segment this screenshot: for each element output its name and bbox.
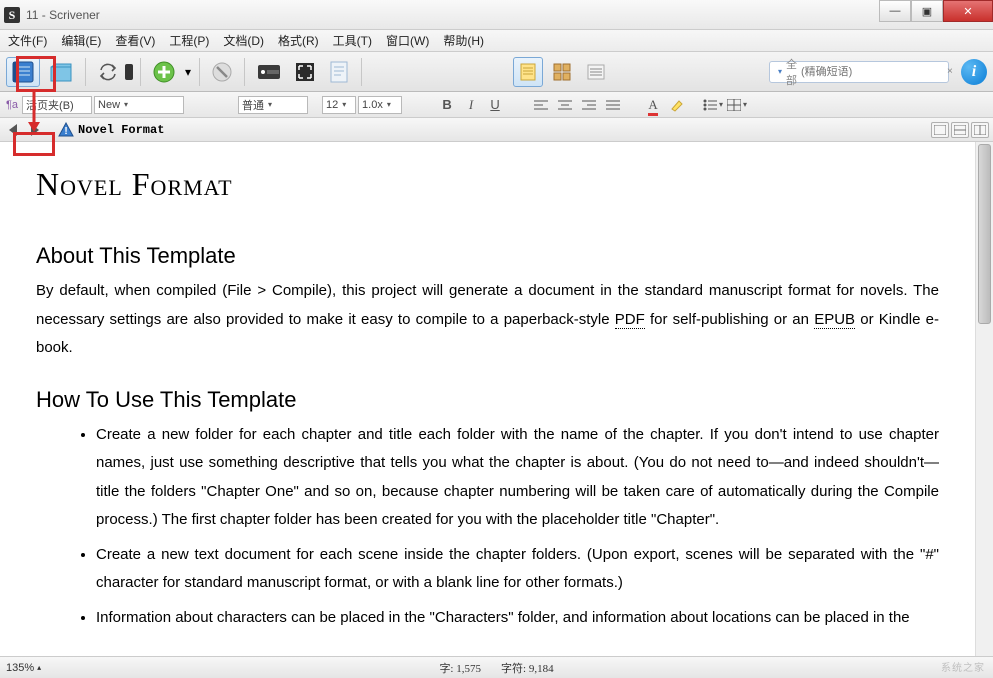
view-document-button[interactable] (513, 57, 543, 87)
header-split-none-button[interactable] (931, 122, 949, 138)
list-item: Create a new folder for each chapter and… (96, 421, 939, 535)
vertical-scrollbar[interactable] (975, 142, 993, 656)
doc-heading-1: Novel Format (36, 166, 939, 203)
align-center-button[interactable] (554, 95, 576, 115)
editor-area: Novel Format About This Template By defa… (0, 142, 993, 656)
menu-documents[interactable]: 文档(D) (223, 32, 264, 49)
collections-button[interactable] (44, 57, 78, 87)
menu-format[interactable]: 格式(R) (278, 32, 319, 49)
menu-help[interactable]: 帮助(H) (443, 32, 484, 49)
format-bar: ¶a 活页夹(B) New▾ 普通▾ 12▾ 1.0x▾ B I U A ▾ ▾ (0, 92, 993, 118)
fullscreen-button[interactable] (290, 57, 320, 87)
search-dropdown-icon[interactable]: ▾ (778, 67, 782, 76)
app-icon: S (4, 7, 20, 23)
zoom-value: 135% (6, 662, 34, 674)
table-button[interactable]: ▾ (726, 95, 748, 115)
svg-text:!: ! (64, 126, 67, 137)
menu-edit[interactable]: 编辑(E) (61, 32, 101, 49)
bold-button[interactable]: B (436, 95, 458, 115)
close-button[interactable]: ✕ (943, 0, 993, 22)
main-toolbar: ▾ ▾ 全部 × i (0, 52, 993, 92)
align-justify-button[interactable] (602, 95, 624, 115)
add-dropdown[interactable]: ▾ (184, 57, 192, 87)
char-count: 9,184 (529, 663, 554, 675)
search-scope-label: 全部 (786, 56, 797, 88)
search-clear-button[interactable]: × (947, 66, 953, 77)
doc-howto-list: Create a new folder for each chapter and… (36, 421, 939, 633)
list-item: Create a new text document for each scen… (96, 541, 939, 598)
align-left-button[interactable] (530, 95, 552, 115)
trash-button[interactable] (207, 57, 237, 87)
underline-button[interactable]: U (484, 95, 506, 115)
search-box[interactable]: ▾ 全部 × (769, 61, 949, 83)
line-spacing-selector[interactable]: 1.0x▾ (358, 96, 402, 114)
header-bar: ! Novel Format (0, 118, 993, 142)
window-controls: — ▣ ✕ (879, 0, 993, 22)
zoom-control[interactable]: 135% ▴ (6, 662, 41, 674)
search-input[interactable] (801, 66, 943, 78)
watermark: 系统之家 (941, 659, 985, 674)
keywords-button[interactable] (252, 57, 286, 87)
pilcrow-icon[interactable]: ¶a (4, 99, 20, 111)
menu-view[interactable]: 查看(V) (115, 32, 155, 49)
menu-window[interactable]: 窗口(W) (386, 32, 429, 49)
nav-back-button[interactable] (4, 121, 22, 139)
header-split-v-button[interactable] (971, 122, 989, 138)
menu-file[interactable]: 文件(F) (8, 32, 47, 49)
highlight-button[interactable] (666, 95, 688, 115)
mobile-icon (125, 64, 133, 80)
toolbar-separator (199, 58, 200, 86)
menu-tools[interactable]: 工具(T) (333, 32, 372, 49)
list-button[interactable]: ▾ (702, 95, 724, 115)
compose-button[interactable] (324, 57, 354, 87)
add-button[interactable] (148, 57, 180, 87)
font-size-selector[interactable]: 12▾ (322, 96, 356, 114)
nav-forward-button[interactable] (26, 121, 44, 139)
sync-button[interactable] (93, 57, 123, 87)
header-view-icons (931, 122, 989, 138)
title-bar: S 11 - Scrivener — ▣ ✕ (0, 0, 993, 30)
minimize-button[interactable]: — (879, 0, 911, 22)
window-title: 11 - Scrivener (26, 8, 100, 22)
view-outline-button[interactable] (581, 57, 611, 87)
font-selector[interactable]: New▾ (94, 96, 184, 114)
status-bar: 135% ▴ 字: 1,575 字符: 9,184 (0, 656, 993, 678)
doc-paragraph-about: By default, when compiled (File > Compil… (36, 277, 939, 363)
doc-heading-howto: How To Use This Template (36, 387, 939, 413)
italic-button[interactable]: I (460, 95, 482, 115)
inspector-button[interactable]: i (961, 59, 987, 85)
word-count-stats: 字: 1,575 字符: 9,184 (439, 660, 553, 676)
scrollbar-thumb[interactable] (978, 144, 991, 324)
toolbar-separator (361, 58, 362, 86)
maximize-button[interactable]: ▣ (911, 0, 943, 22)
align-right-button[interactable] (578, 95, 600, 115)
section-selector[interactable]: 活页夹(B) (22, 96, 92, 114)
menu-project[interactable]: 工程(P) (169, 32, 209, 49)
style-selector[interactable]: 普通▾ (238, 96, 308, 114)
view-corkboard-button[interactable] (547, 57, 577, 87)
document-title: Novel Format (78, 123, 164, 137)
notice-icon: ! (58, 122, 74, 138)
toolbar-separator (140, 58, 141, 86)
doc-heading-about: About This Template (36, 243, 939, 269)
header-split-h-button[interactable] (951, 122, 969, 138)
word-count: 1,575 (456, 663, 481, 675)
document-editor[interactable]: Novel Format About This Template By defa… (0, 142, 975, 656)
list-item: Information about characters can be plac… (96, 604, 939, 633)
binder-button[interactable] (6, 57, 40, 87)
menu-bar: 文件(F) 编辑(E) 查看(V) 工程(P) 文档(D) 格式(R) 工具(T… (0, 30, 993, 52)
toolbar-separator (244, 58, 245, 86)
toolbar-separator (85, 58, 86, 86)
text-color-button[interactable]: A (642, 95, 664, 115)
